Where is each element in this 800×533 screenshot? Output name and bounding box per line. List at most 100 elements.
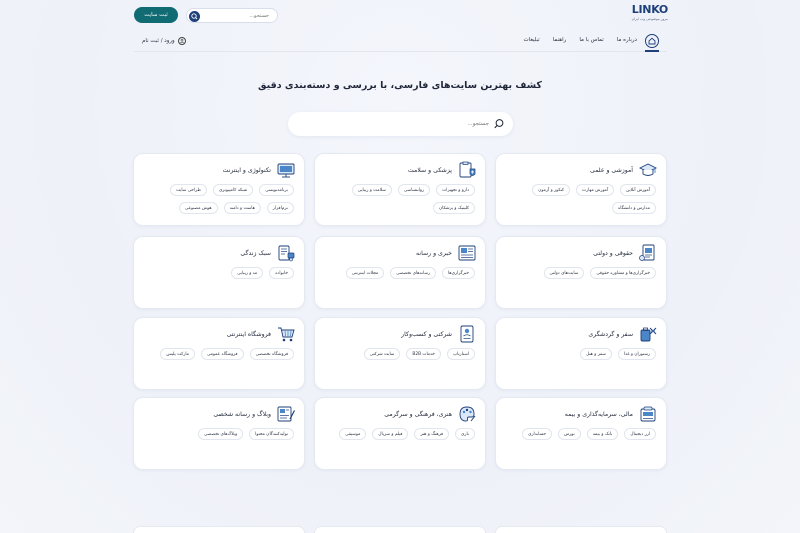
category-card-shop[interactable]: فروشگاه اینترنتی فروشگاه تخصصی فروشگاه ع… [133, 317, 305, 390]
category-title: پزشکی و سلامت [407, 166, 452, 174]
category-tag[interactable]: تولیدکنندگان محتوا [249, 428, 294, 440]
category-tag[interactable]: آموزش مهارت [576, 184, 615, 196]
hero-search-box[interactable] [288, 112, 513, 136]
hero-title: کشف بهترین سایت‌های فارسی، با بررسی و دس… [258, 80, 542, 91]
lifestyle-icon [276, 243, 296, 263]
category-tag[interactable]: طراحی سایت [170, 184, 207, 196]
category-tag[interactable]: وبلاگ‌های تخصصی [198, 428, 244, 440]
category-card-legal[interactable]: حقوقی و دولتی خبرگزاری‌ها و مشاوره حقوقی… [495, 236, 667, 309]
category-tag[interactable]: بازی [455, 428, 475, 440]
travel-icon [638, 324, 658, 344]
legal-document-icon [638, 243, 658, 263]
category-tag[interactable]: کنکور و آزمون [532, 184, 571, 196]
search-icon[interactable] [189, 10, 200, 22]
category-card-art[interactable]: هنری، فرهنگی و سرگرمی بازی فرهنگ و هنر ف… [314, 397, 486, 470]
category-tag[interactable]: مدارس و دانشگاه [612, 202, 656, 214]
main-nav: درباره ما تماس با ما راهنما تبلیغات ورود… [134, 31, 667, 52]
category-card-lifestyle[interactable]: سبک زندگی خانواده مد و زیبایی [133, 236, 305, 309]
category-tag[interactable]: رسانه‌های تخصصی [390, 267, 437, 279]
site-logo[interactable]: LINKO مرور موضوعی وب ایران [622, 3, 669, 26]
category-tag[interactable]: استارتاپ [446, 348, 475, 360]
category-tag[interactable]: فروشگاه تخصصی [249, 348, 294, 360]
logo-text: LINKO [631, 3, 669, 16]
category-tag[interactable]: سلامت و زیبایی [351, 184, 392, 196]
top-bar: ثبت سایت LINKO مرور موضوعی وب ایران [0, 0, 800, 30]
category-tag[interactable]: سایت‌های دولتی [543, 267, 585, 279]
category-tag[interactable]: مد و زیبایی [231, 267, 264, 279]
monitor-icon [276, 160, 296, 180]
shopping-cart-icon [276, 324, 296, 344]
login-register-link[interactable]: ورود / ثبت نام [142, 37, 186, 45]
category-title: تکنولوژی و اینترنت [222, 166, 271, 174]
category-title: حقوقی و دولتی [593, 249, 633, 257]
category-tag[interactable]: برنامه‌نویسی [259, 184, 294, 196]
category-tag[interactable]: روانشناسی [397, 184, 431, 196]
header-search-input[interactable] [209, 12, 269, 19]
category-card-partial [314, 526, 486, 533]
finance-icon [638, 404, 658, 424]
category-tag[interactable]: هوش مصنوعی [178, 202, 218, 214]
nav-link-ads[interactable]: تبلیغات [524, 37, 540, 43]
login-register-label: ورود / ثبت نام [142, 38, 175, 44]
category-tag[interactable]: مجلات اینترنتی [345, 267, 385, 279]
category-title: شرکتی و کسب‌وکار [401, 330, 452, 338]
category-tag[interactable]: بانک و بیمه [586, 428, 619, 440]
nav-link-guide[interactable]: راهنما [553, 37, 567, 43]
category-card-news[interactable]: خبری و رسانه خبرگزاری‌ها رسانه‌های تخصصی… [314, 236, 486, 309]
register-site-button[interactable]: ثبت سایت [134, 7, 178, 23]
category-tag[interactable]: آموزش آنلاین [620, 184, 656, 196]
category-tag[interactable]: فروشگاه عمومی [201, 348, 244, 360]
category-tag[interactable]: خانواده [269, 267, 294, 279]
business-icon [457, 324, 477, 344]
category-tag[interactable]: خبرگزاری‌ها [442, 267, 475, 279]
category-tag[interactable]: هاست و دامنه [223, 202, 261, 214]
category-tag[interactable]: کلینیک و پزشکان [432, 202, 475, 214]
category-tag[interactable]: فرهنگ و هنر [414, 428, 450, 440]
category-tag[interactable]: رستوران و غذا [617, 348, 656, 360]
category-title: مالی، سرمایه‌گذاری و بیمه [564, 410, 633, 418]
category-tag[interactable]: موسیقی [339, 428, 367, 440]
category-tag[interactable]: بورس [557, 428, 581, 440]
nav-links: درباره ما تماس با ما راهنما تبلیغات [524, 37, 637, 43]
search-icon[interactable] [493, 118, 505, 130]
category-tag[interactable]: سایت شرکتی [363, 348, 401, 360]
category-card-business[interactable]: شرکتی و کسب‌وکار استارتاپ خدمات B2B سایت… [314, 317, 486, 390]
category-tag[interactable]: خدمات B2B [406, 348, 441, 360]
category-tag[interactable]: شبکه کامپیوتری [212, 184, 254, 196]
newspaper-icon [457, 243, 477, 263]
category-tag[interactable]: ارز دیجیتال [624, 428, 656, 440]
category-card-travel[interactable]: سفر و گردشگری رستوران و غذا سفر و هتل [495, 317, 667, 390]
category-card-partial [133, 526, 305, 533]
category-card-blog[interactable]: وبلاگ و رسانه شخصی تولیدکنندگان محتوا وب… [133, 397, 305, 470]
category-tag[interactable]: خبرگزاری‌ها و مشاوره حقوقی [590, 267, 656, 279]
graduation-cap-icon [638, 160, 658, 180]
medical-clipboard-icon [457, 160, 477, 180]
category-tag[interactable]: فیلم و سریال [372, 428, 409, 440]
art-palette-icon [457, 404, 477, 424]
category-title: آموزشی و علمی [590, 166, 633, 174]
hero-search-input[interactable] [309, 121, 489, 127]
blog-icon [276, 404, 296, 424]
category-tag[interactable]: حسابداری [522, 428, 552, 440]
category-tag[interactable]: سفر و هتل [580, 348, 612, 360]
nav-link-contact[interactable]: تماس با ما [579, 37, 603, 43]
header-search-box[interactable] [186, 8, 278, 23]
category-card-partial [495, 526, 667, 533]
category-tag[interactable]: مارکت پلیس [160, 348, 196, 360]
category-card-education[interactable]: آموزشی و علمی آموزش آنلاین آموزش مهارت ک… [495, 153, 667, 226]
category-title: سبک زندگی [240, 249, 271, 257]
category-title: فروشگاه اینترنتی [226, 330, 271, 338]
category-card-technology[interactable]: تکنولوژی و اینترنت برنامه‌نویسی شبکه کام… [133, 153, 305, 226]
home-icon[interactable] [645, 34, 659, 48]
category-title: هنری، فرهنگی و سرگرمی [384, 410, 452, 418]
category-title: سفر و گردشگری [588, 330, 633, 338]
category-tag[interactable]: دارو و تجهیزات [436, 184, 475, 196]
category-title: خبری و رسانه [416, 249, 452, 257]
nav-link-about[interactable]: درباره ما [617, 37, 637, 43]
category-card-health[interactable]: پزشکی و سلامت دارو و تجهیزات روانشناسی س… [314, 153, 486, 226]
active-nav-indicator [645, 50, 659, 52]
user-icon [177, 37, 186, 45]
category-card-finance[interactable]: مالی، سرمایه‌گذاری و بیمه ارز دیجیتال با… [495, 397, 667, 470]
category-tag[interactable]: نرم‌افزار [266, 202, 294, 214]
category-title: وبلاگ و رسانه شخصی [213, 410, 271, 418]
